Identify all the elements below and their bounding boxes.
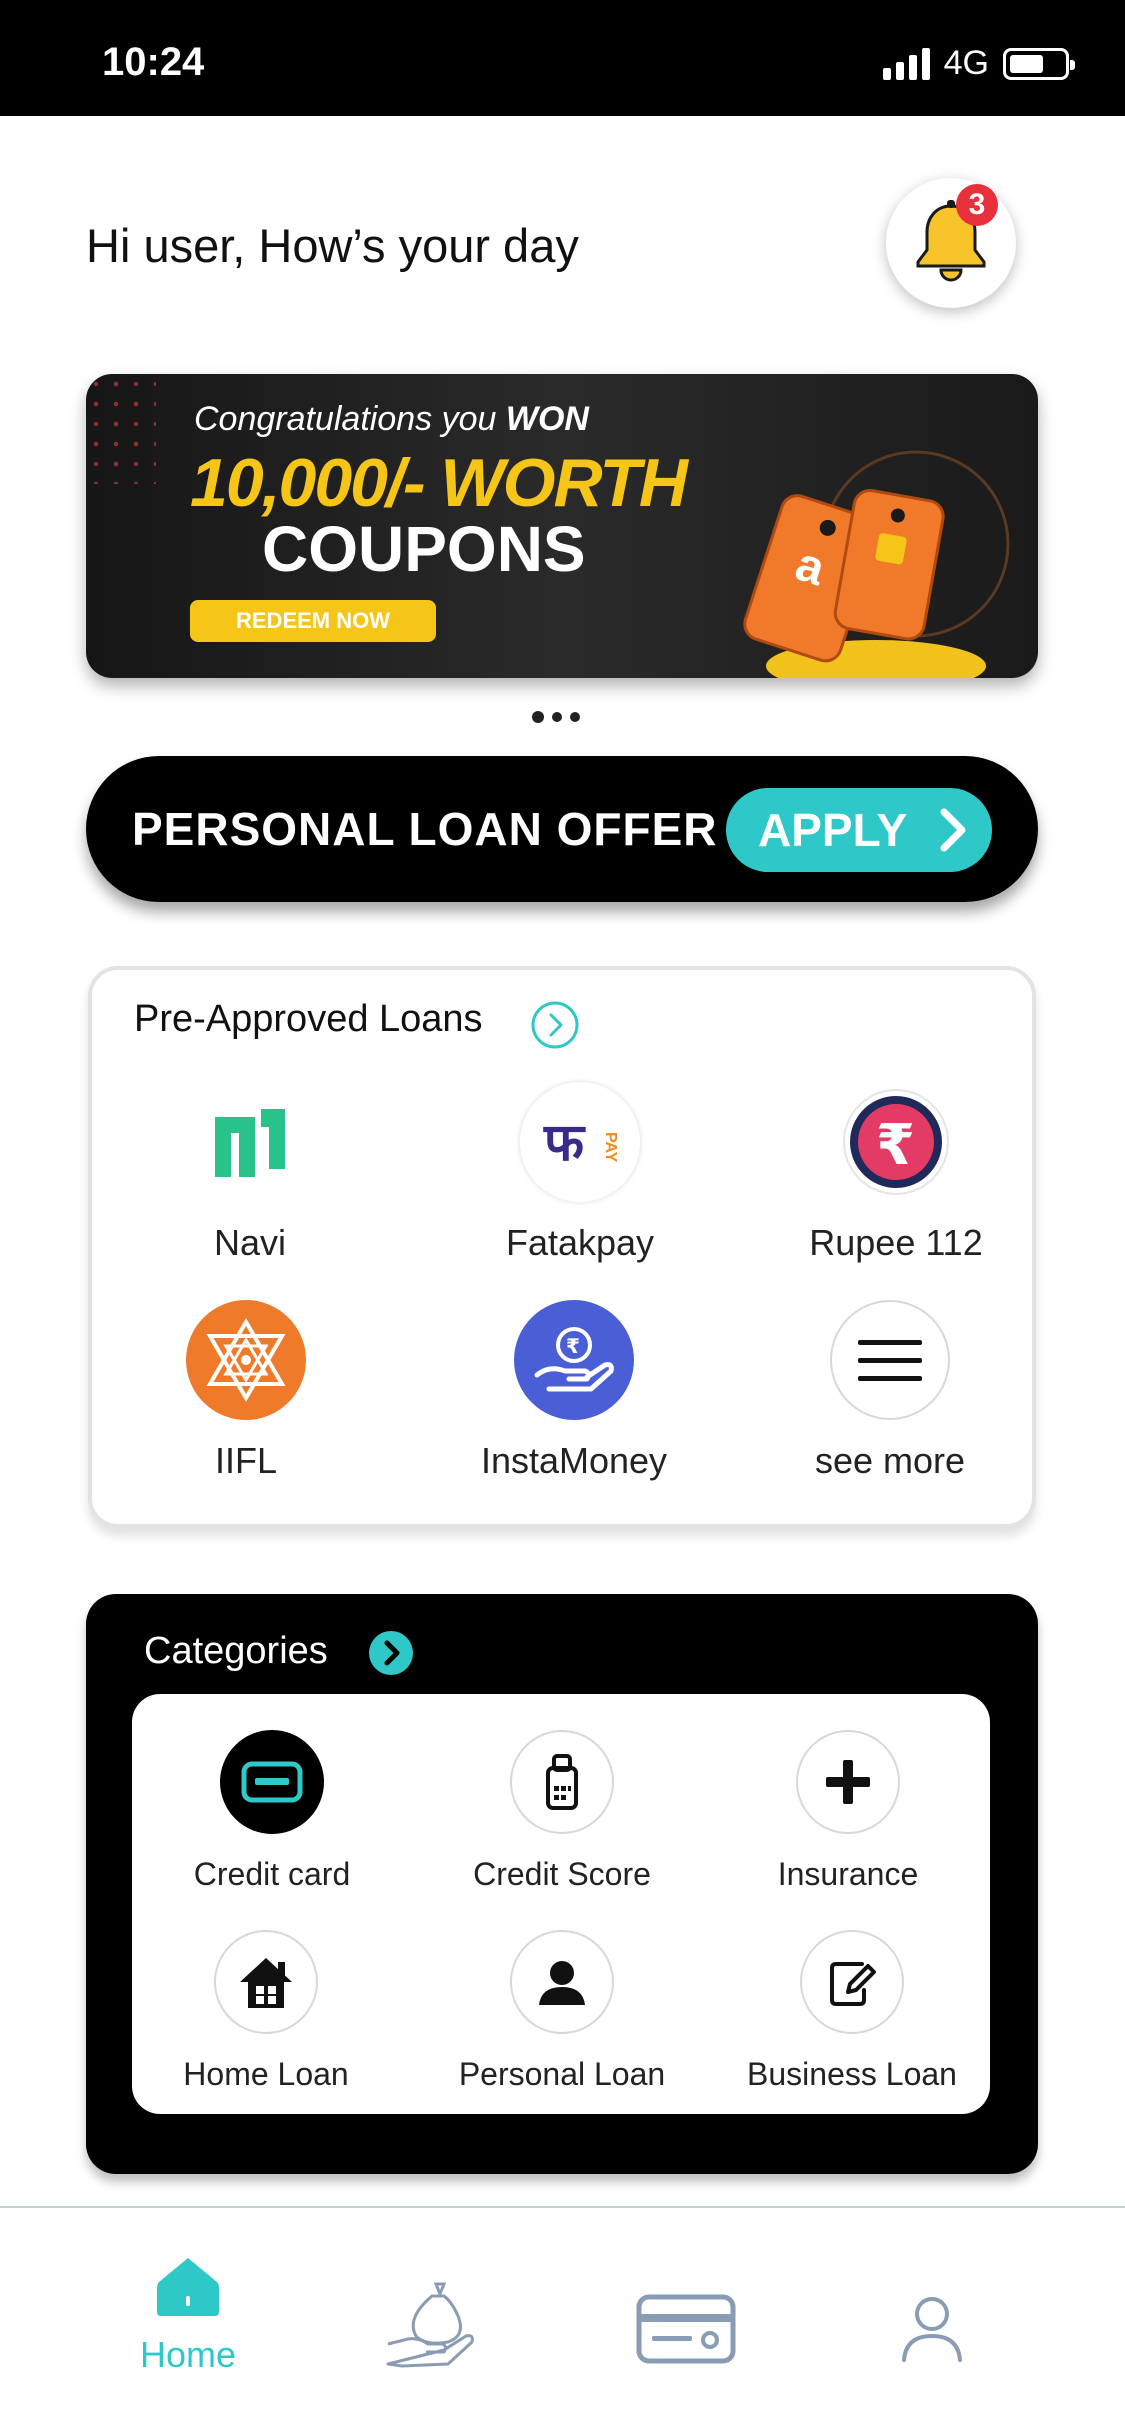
lender-name: Fatakpay (505, 1222, 655, 1263)
categories-card: Categories Credit card Credit Score Insu… (86, 1594, 1038, 2174)
banner-decoration (86, 374, 156, 484)
category-label: Home Loan (183, 2056, 349, 2092)
category-personal-loan[interactable]: Personal Loan (422, 1930, 702, 2093)
lender-navi[interactable]: Navi (100, 1082, 400, 1264)
banner-amount: 10,000/- WORTH (190, 445, 688, 521)
banner-congrats-text: Congratulations you (194, 400, 497, 438)
chevron-circle-right-icon[interactable] (530, 1000, 580, 1050)
category-credit-card[interactable]: Credit card (132, 1730, 412, 1893)
lender-name: InstaMoney (480, 1440, 668, 1481)
nav-profile[interactable] (852, 2294, 1012, 2368)
category-business-loan[interactable]: Business Loan (712, 1930, 992, 2093)
apply-button[interactable]: APPLY (726, 788, 992, 872)
category-label: Credit card (193, 1856, 351, 1892)
lender-name: IIFL (214, 1440, 277, 1481)
category-home-loan[interactable]: Home Loan (126, 1930, 406, 2093)
pager-dot[interactable] (552, 712, 562, 722)
iifl-logo-icon (186, 1300, 306, 1420)
lender-instamoney[interactable]: ₹ InstaMoney (424, 1300, 724, 1482)
nav-loans[interactable] (352, 2278, 512, 2378)
nav-home[interactable]: Home (108, 2254, 268, 2376)
lender-name: Rupee 112 (809, 1222, 983, 1263)
bottom-nav: Home (0, 2208, 1125, 2436)
svg-text:₹: ₹ (566, 1334, 580, 1358)
calculator-icon (510, 1730, 614, 1834)
loan-offer-label: PERSONAL LOAN OFFER (132, 803, 718, 855)
notification-button[interactable]: 3 (886, 178, 1016, 308)
chevron-right-icon (940, 808, 966, 852)
status-time: 10:24 (102, 40, 205, 84)
plus-icon (796, 1730, 900, 1834)
lender-rupee-112[interactable]: ₹ Rupee 112 (746, 1082, 1046, 1264)
see-more-button[interactable]: see more (740, 1300, 1040, 1482)
nav-cards[interactable] (606, 2294, 766, 2368)
categories-grid: Credit card Credit Score Insurance Home … (132, 1694, 990, 2114)
fatakpay-logo-icon: फ PAY (520, 1082, 640, 1202)
category-credit-score[interactable]: Credit Score (422, 1730, 702, 1893)
lender-fatakpay[interactable]: फ PAY Fatakpay (430, 1082, 730, 1264)
credit-card-icon (220, 1730, 324, 1834)
category-label: Personal Loan (458, 2056, 666, 2092)
rupee-logo-icon: ₹ (836, 1082, 956, 1202)
home-icon (157, 2258, 219, 2316)
category-insurance[interactable]: Insurance (708, 1730, 988, 1893)
see-more-label: see more (814, 1440, 966, 1481)
personal-loan-offer[interactable]: PERSONAL LOAN OFFER APPLY (86, 756, 1038, 902)
network-type: 4G (943, 44, 989, 82)
pager-dot[interactable] (570, 712, 580, 722)
banner-coupons: COUPONS (262, 513, 586, 585)
chevron-circle-right-icon[interactable] (368, 1630, 414, 1676)
banner-pager[interactable] (532, 711, 580, 723)
profile-icon (902, 2297, 962, 2362)
status-indicators: 4G (882, 44, 1075, 83)
pre-approved-title: Pre-Approved Loans (134, 998, 483, 1040)
instamoney-logo-icon: ₹ (514, 1300, 634, 1420)
battery-icon (1003, 47, 1075, 80)
greeting-text: Hi user, How’s your day (86, 219, 579, 272)
category-label: Insurance (777, 1856, 919, 1892)
coupon-tags-icon: a (743, 450, 1010, 678)
apply-label: APPLY (758, 804, 908, 856)
status-bar: 10:24 4G (0, 0, 1125, 116)
banner-won-text: WON (505, 400, 589, 438)
card-icon (636, 2294, 736, 2364)
redeem-now-button[interactable]: REDEEM NOW (190, 600, 436, 642)
signal-icon (882, 47, 930, 80)
svg-text:₹: ₹ (876, 1113, 915, 1178)
categories-title: Categories (144, 1630, 328, 1672)
banner-congrats-line: Congratulations you WON (194, 400, 589, 439)
lender-name: Navi (213, 1222, 287, 1263)
notification-badge: 3 (956, 184, 998, 226)
svg-text:फ: फ (543, 1113, 586, 1173)
promo-banner[interactable]: Congratulations you WON 10,000/- WORTH C… (86, 374, 1038, 678)
lender-iifl[interactable]: IIFL (96, 1300, 396, 1482)
money-bag-hand-icon (386, 2282, 474, 2368)
svg-text:PAY: PAY (602, 1132, 619, 1163)
navi-logo-icon (190, 1082, 310, 1202)
person-icon (510, 1930, 614, 2034)
house-icon (214, 1930, 318, 2034)
nav-home-label: Home (139, 2334, 237, 2375)
category-label: Business Loan (747, 2056, 957, 2092)
category-label: Credit Score (473, 1856, 651, 1892)
menu-icon (830, 1300, 950, 1420)
edit-document-icon (800, 1930, 904, 2034)
pager-dot-active[interactable] (532, 711, 544, 723)
